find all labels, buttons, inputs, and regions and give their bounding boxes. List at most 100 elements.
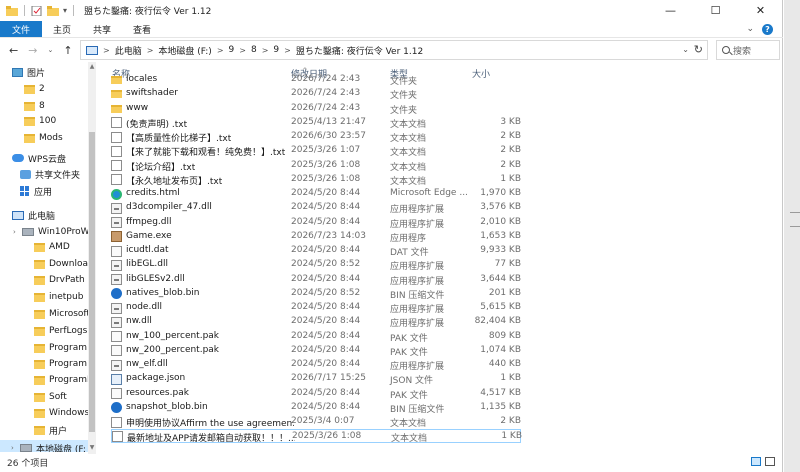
search-icon [722, 46, 730, 54]
address-dropdown-icon[interactable]: ⌄ [682, 45, 689, 54]
refresh-icon[interactable]: ↻ [694, 43, 703, 56]
expand-icon[interactable]: › [13, 228, 22, 236]
tab-home[interactable]: 主页 [42, 21, 82, 37]
tab-view[interactable]: 查看 [122, 21, 162, 37]
breadcrumb-drive[interactable]: 本地磁盘 (F:) [158, 44, 211, 57]
breadcrumb-separator[interactable]: > [262, 46, 269, 55]
file-row[interactable]: Game.exe 2026/7/23 14:03 应用程序 1,653 KB [111, 230, 521, 244]
file-row[interactable]: www 2026/7/24 2:43 文件夹 [111, 102, 521, 116]
maximize-button[interactable]: ☐ [693, 0, 738, 21]
nav-item[interactable]: ProgramD [0, 372, 94, 388]
recent-locations-button[interactable]: ⌄ [47, 46, 53, 54]
file-row[interactable]: 【来了就能下载和观看！纯免费！】.txt 2025/3/26 1:07 文本文档 2 … [111, 144, 521, 158]
nav-item[interactable]: Program I [0, 356, 93, 372]
file-row[interactable]: 【永久地址发布页】.txt 2025/3/26 1:08 文本文档 1 KB [111, 173, 521, 187]
breadcrumb-folder[interactable]: 8 [251, 45, 257, 55]
file-date: 2024/5/20 8:44 [291, 387, 361, 398]
file-row[interactable]: resources.pak 2024/5/20 8:44 PAK 文件 4,517 K… [111, 387, 521, 401]
navigation-pane: 图片 2 8 100 Mods WPS云盘 共享文件夹 应用 此电脑 › Win10ProW AMD D… [0, 62, 96, 452]
breadcrumb-this-pc[interactable]: 此电脑 [115, 44, 142, 57]
up-button[interactable]: ↑ [63, 44, 72, 57]
breadcrumb-folder[interactable]: 9 [229, 45, 235, 55]
nav-item[interactable]: DrvPath [0, 272, 88, 288]
nav-item[interactable]: 图片 [0, 64, 88, 80]
breadcrumb-separator[interactable]: > [284, 46, 291, 55]
nav-item[interactable]: › 本地磁盘 (F: [0, 440, 88, 452]
file-row[interactable]: (免责声明) .txt 2025/4/13 21:47 文本文档 3 KB [111, 116, 521, 130]
nav-item[interactable]: Soft [0, 389, 88, 405]
new-folder-icon[interactable] [47, 5, 59, 16]
tab-share[interactable]: 共享 [82, 21, 122, 37]
nav-item[interactable]: › Win10ProW [0, 224, 90, 240]
file-name: node.dll [126, 302, 163, 312]
file-row[interactable]: snapshot_blob.bin 2024/5/20 8:44 BIN 压缩文件 1… [111, 401, 521, 415]
file-row[interactable]: credits.html 2024/5/20 8:44 Microsoft Edge… [111, 187, 521, 201]
close-button[interactable]: ✕ [738, 0, 783, 21]
breadcrumb-separator[interactable]: > [239, 46, 246, 55]
file-row[interactable]: d3dcompiler_47.dll 2024/5/20 8:44 应用程序扩展 3,… [111, 201, 521, 215]
status-bar: 26 个项目 [0, 452, 783, 472]
nav-item[interactable]: Mods [0, 130, 88, 146]
properties-icon[interactable] [31, 5, 43, 16]
nav-item[interactable]: WPS云盘 [0, 150, 88, 166]
file-row[interactable]: nw_200_percent.pak 2024/5/20 8:44 PAK 文件 1,… [111, 344, 521, 358]
breadcrumb-separator[interactable]: > [103, 46, 110, 55]
file-row[interactable]: swiftshader 2026/7/24 2:43 文件夹 [111, 87, 521, 101]
nav-item[interactable]: Program I [0, 340, 93, 356]
nav-item[interactable]: 100 [0, 113, 88, 129]
navigation-scrollbar[interactable]: ▲ ▼ [88, 62, 96, 454]
tab-file[interactable]: 文件 [0, 21, 42, 37]
nav-item[interactable]: PerfLogs [0, 323, 88, 339]
scroll-down-arrow-icon[interactable]: ▼ [88, 444, 96, 451]
file-row[interactable]: natives_blob.bin 2024/5/20 8:52 BIN 压缩文件 20… [111, 287, 521, 301]
search-box[interactable]: 搜索 [716, 40, 780, 60]
nav-item[interactable]: inetpub [0, 289, 88, 305]
expand-ribbon-icon[interactable]: ⌄ [746, 24, 754, 34]
file-row[interactable]: icudtl.dat 2024/5/20 8:44 DAT 文件 9,933 KB [111, 244, 521, 258]
folder-icon[interactable] [6, 5, 18, 16]
file-row[interactable]: 最新地址及APP请发邮箱自动获取！！！.... 2025/3/26 1:08 文本文… [111, 429, 522, 444]
details-view-icon[interactable] [751, 457, 761, 466]
breadcrumb-separator[interactable]: > [217, 46, 224, 55]
back-button[interactable]: ← [9, 44, 18, 57]
address-bar[interactable]: > 此电脑 > 本地磁盘 (F:) > 9 > 8 > 9 > 盟ちた鑿痛: 夜… [80, 40, 708, 60]
scrollbar-thumb[interactable] [89, 132, 95, 432]
file-row[interactable]: nw_elf.dll 2024/5/20 8:44 应用程序扩展 440 KB [111, 358, 521, 372]
file-row[interactable]: libGLESv2.dll 2024/5/20 8:44 应用程序扩展 3,644 K… [111, 273, 521, 287]
nav-item[interactable]: 此电脑 [0, 207, 88, 223]
file-row[interactable]: locales 2026/7/24 2:43 文件夹 [111, 73, 521, 87]
file-row[interactable]: package.json 2026/7/17 15:25 JSON 文件 1 KB [111, 372, 521, 386]
breadcrumb-separator[interactable]: > [147, 46, 154, 55]
file-size: 3,576 KB [480, 202, 521, 213]
forward-button[interactable]: → [28, 44, 37, 57]
scroll-up-arrow-icon[interactable]: ▲ [88, 63, 96, 70]
nav-item[interactable]: 2 [0, 81, 88, 97]
minimize-button[interactable]: — [648, 0, 693, 21]
nav-item-label: 共享文件夹 [35, 170, 81, 181]
file-row[interactable]: libEGL.dll 2024/5/20 8:52 应用程序扩展 77 KB [111, 258, 521, 272]
nav-item[interactable]: 8 [0, 98, 88, 114]
file-name: www [126, 102, 149, 113]
help-icon[interactable]: ? [762, 23, 773, 35]
file-row[interactable]: ffmpeg.dll 2024/5/20 8:44 应用程序扩展 2,010 KB [111, 216, 521, 230]
large-icons-view-icon[interactable] [765, 457, 775, 466]
file-row[interactable]: 申明使用协议Affirm the use agreemen... 2025/3/4… [111, 415, 521, 429]
breadcrumb-folder[interactable]: 9 [273, 45, 279, 55]
file-row[interactable]: 【高质量性价比梯子】.txt 2026/6/30 23:57 文本文档 2 KB [111, 130, 521, 144]
quick-access-dropdown[interactable]: ▾ [63, 6, 67, 15]
nav-item[interactable]: Download [0, 256, 94, 272]
file-row[interactable]: 【论坛介绍】.txt 2025/3/26 1:08 文本文档 2 KB [111, 159, 521, 173]
file-row[interactable]: nw.dll 2024/5/20 8:44 应用程序扩展 82,404 KB [111, 315, 521, 329]
nav-item[interactable]: AMD [0, 239, 88, 255]
nav-item[interactable]: 用户 [0, 422, 88, 438]
file-type: 文件夹 [390, 105, 418, 116]
nav-item[interactable]: 共享文件夹 [0, 166, 88, 182]
breadcrumb-current-folder[interactable]: 盟ちた鑿痛: 夜行伝令 Ver 1.12 [296, 44, 423, 57]
expand-icon[interactable]: › [11, 444, 20, 452]
nav-item[interactable]: 应用 [0, 183, 88, 199]
nav-item[interactable]: Windows [0, 405, 89, 421]
file-list-scrollbar[interactable] [773, 62, 782, 452]
nav-item[interactable]: Microsoft [0, 306, 90, 322]
file-row[interactable]: node.dll 2024/5/20 8:44 应用程序扩展 5,615 KB [111, 301, 521, 315]
file-row[interactable]: nw_100_percent.pak 2024/5/20 8:44 PAK 文件 80… [111, 330, 521, 344]
